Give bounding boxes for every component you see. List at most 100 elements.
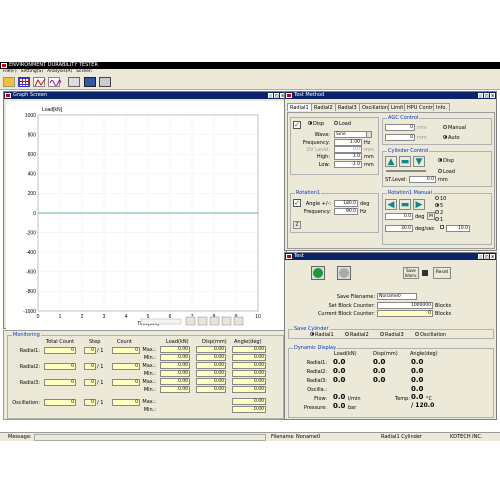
print-icon[interactable]: [68, 77, 80, 87]
radio-cyl-load[interactable]: Load: [438, 168, 455, 175]
radio-load[interactable]: Load: [334, 120, 351, 127]
monitor-icon[interactable]: [84, 77, 96, 87]
m-button[interactable]: M: [427, 212, 435, 220]
maximize-icon[interactable]: □: [274, 93, 279, 98]
pressure-value: 0.0: [333, 402, 346, 410]
test-window: Test _ □ × Save Interv. Reset Save Filename…: [284, 252, 497, 420]
agc-value-1[interactable]: 0: [385, 124, 415, 131]
y-tick-label: 0: [33, 211, 36, 217]
mon-minmax-label: Min.:: [143, 387, 156, 393]
zoom-icon[interactable]: [185, 316, 196, 326]
frequency-input[interactable]: 1.00: [334, 139, 362, 146]
rot-freq-input[interactable]: 90.0: [334, 208, 358, 215]
maximize-icon[interactable]: □: [484, 93, 489, 98]
settings-icon[interactable]: [99, 77, 111, 87]
save-interval-button[interactable]: Save Interv.: [403, 267, 419, 279]
minimize-icon[interactable]: _: [478, 254, 483, 259]
start-button[interactable]: [311, 266, 325, 280]
mon-minmax-label: Max.:: [142, 363, 156, 369]
angle-input[interactable]: 180.0: [334, 200, 358, 207]
radio-5[interactable]: 5: [435, 202, 443, 209]
manual-deg-input[interactable]: 0.0: [385, 213, 413, 220]
save-disk-icon[interactable]: [422, 270, 428, 276]
agc-unit-2: mm: [417, 135, 427, 141]
tab-info[interactable]: Info.: [433, 103, 450, 111]
tab-radial3[interactable]: Radial3: [335, 103, 360, 111]
speed2-input[interactable]: 10.0: [446, 225, 470, 232]
cur-block-value: 0: [377, 310, 433, 317]
mon-total: 0: [44, 399, 76, 406]
radio-10[interactable]: 10: [435, 195, 446, 202]
stop-bar-button[interactable]: ▬: [399, 156, 411, 167]
save-radio-oscillation[interactable]: Oscillation: [415, 331, 446, 338]
tab-strip: Radial1 Radial2 Radial3 Oscillation Limi…: [287, 103, 495, 112]
rotate-left-button[interactable]: ◀: [385, 199, 397, 210]
speed2-check[interactable]: [440, 224, 445, 231]
radio-disp[interactable]: Disp: [308, 120, 324, 127]
tab-oscillation[interactable]: Oscillation: [359, 103, 392, 111]
minimize-icon[interactable]: _: [268, 93, 273, 98]
rotation1-check-icon[interactable]: ✓: [293, 199, 301, 207]
window-icon: [5, 93, 11, 98]
radio-manual[interactable]: Manual: [443, 124, 466, 131]
chart-export-icon[interactable]: [209, 316, 220, 326]
pencil-icon[interactable]: [233, 316, 244, 326]
filename-label: Filename: [271, 434, 294, 440]
rotate-stop-button[interactable]: ▬: [399, 199, 411, 210]
cur-block-unit: Blocks: [435, 311, 452, 317]
y-tick-label: -800: [26, 289, 36, 295]
stlevel-input[interactable]: 0.0: [409, 176, 436, 183]
radio-cyl-disp[interactable]: Disp: [438, 157, 454, 164]
tab-radial2[interactable]: Radial2: [311, 103, 336, 111]
grid-icon[interactable]: [18, 77, 30, 87]
message-field: [34, 434, 266, 441]
status-cylinder: Radial1 Cylinder: [381, 434, 422, 440]
waveform-icon[interactable]: [48, 77, 62, 87]
save-radio-radial3[interactable]: Radial3: [380, 331, 404, 338]
rotate-right-button[interactable]: ▶: [413, 199, 425, 210]
radio-2[interactable]: 2: [435, 209, 443, 216]
save-filename-input[interactable]: Noname0: [377, 293, 417, 300]
high-input[interactable]: 1.0: [334, 153, 362, 160]
dvlevel-input[interactable]: 0.0: [334, 146, 362, 153]
maximize-icon[interactable]: □: [484, 254, 489, 259]
wave-select[interactable]: Sine: [334, 131, 372, 138]
mon-step: 0: [84, 347, 96, 354]
chart-print-icon[interactable]: [221, 316, 232, 326]
pressure-unit: bar: [348, 405, 357, 411]
low-input[interactable]: -1.0: [334, 161, 362, 168]
save-radio-radial2[interactable]: Radial2: [345, 331, 369, 338]
up-arrow-button[interactable]: ▲: [385, 156, 397, 167]
flow-label: Flow:: [314, 396, 327, 402]
radio-1[interactable]: 1: [435, 216, 443, 223]
set-block-input[interactable]: 1000000: [377, 302, 433, 309]
open-folder-icon[interactable]: [3, 77, 15, 87]
hdr-angle: Angle(deg): [234, 339, 262, 345]
reset-button[interactable]: Reset: [433, 267, 451, 279]
rot-freq-label: Frequency:: [303, 209, 331, 215]
cylinder-slider[interactable]: [386, 170, 426, 172]
chart-scrollbar[interactable]: [140, 318, 182, 325]
down-arrow-button[interactable]: ▼: [413, 156, 425, 167]
angle-unit: deg: [360, 201, 370, 207]
agc-value-2[interactable]: 0: [385, 134, 415, 141]
z-button[interactable]: Z: [293, 221, 301, 229]
hdr-disp: Disp(mm): [202, 339, 227, 345]
chart-edit-icon[interactable]: [33, 77, 46, 87]
agc-title: AGC Control: [387, 115, 420, 121]
mon-row-label: Radial1:: [19, 348, 40, 354]
mon-angle: 0.00: [232, 406, 266, 413]
mon-minmax-label: Min.:: [143, 371, 156, 377]
chart-settings-icon[interactable]: [197, 316, 208, 326]
close-icon[interactable]: ×: [490, 93, 495, 98]
close-icon[interactable]: ×: [490, 254, 495, 259]
x-tick-label: 2: [81, 314, 84, 320]
tab-radial1[interactable]: Radial1: [287, 103, 312, 111]
radio-auto[interactable]: Auto: [443, 134, 460, 141]
stop-button[interactable]: [337, 266, 351, 280]
speed-input[interactable]: 30.0: [385, 225, 413, 232]
minimize-icon[interactable]: _: [478, 93, 483, 98]
save-radio-radial1[interactable]: Radial1: [310, 331, 334, 338]
enable-check-icon[interactable]: ✓: [293, 121, 301, 129]
mon-step-total: / 1: [97, 364, 104, 370]
